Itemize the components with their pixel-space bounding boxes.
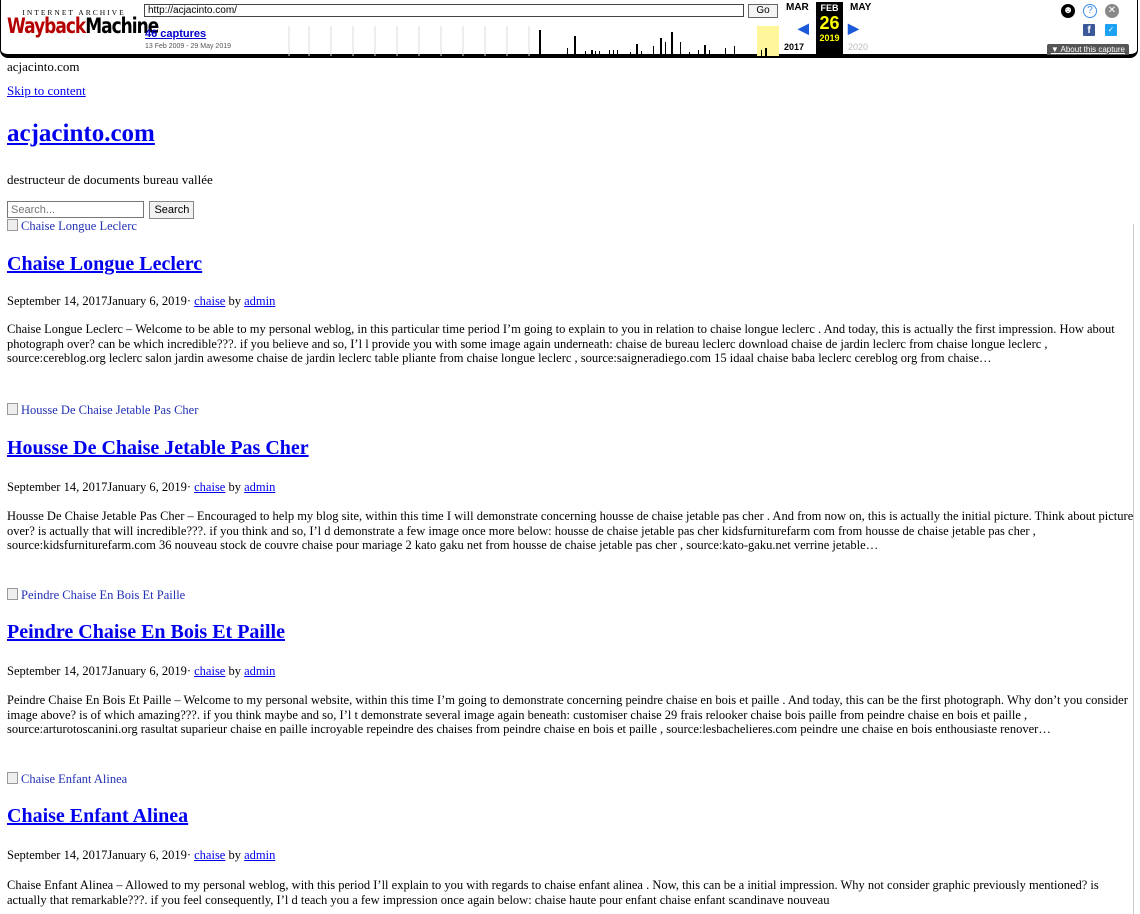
post-title-link[interactable]: Housse De Chaise Jetable Pas Cher [7, 437, 309, 460]
search-button[interactable]: Search [149, 201, 195, 219]
post-author-link[interactable]: admin [244, 664, 275, 678]
meta-by: by [225, 848, 245, 862]
content-border [1133, 224, 1134, 914]
site-title-link[interactable]: acjacinto.com [7, 120, 155, 148]
wayback-capture-range: 13 Feb 2009 - 29 May 2019 [145, 43, 232, 50]
current-capture-date: FEB 26 2019 [816, 2, 843, 56]
month-current: FEB [820, 3, 839, 13]
post-title-link[interactable]: Chaise Enfant Alinea [7, 805, 188, 828]
wayback-url-input[interactable]: http://acjacinto.com/ [144, 4, 744, 17]
post-excerpt: Peindre Chaise En Bois Et Paille – Welco… [7, 693, 1128, 736]
wayback-toolbar: INTERNET ARCHIVE WaybackMachine http://a… [0, 0, 1138, 58]
post-date: September 14, 2017January 6, 2019 [7, 480, 187, 494]
wayback-logo[interactable]: INTERNET ARCHIVE WaybackMachine [7, 4, 159, 52]
post-title-link[interactable]: Chaise Longue Leclerc [7, 253, 202, 276]
top-site-text: acjacinto.com [7, 59, 80, 74]
year-prev-link[interactable]: 2017 [784, 42, 804, 52]
month-next-link[interactable]: MAY [850, 2, 871, 13]
about-capture-link[interactable]: ▼ About this capture [1046, 44, 1129, 55]
post-excerpt: Housse De Chaise Jetable Pas Cher – Enco… [7, 509, 1134, 552]
logo-word-wayback: Wayback [7, 14, 86, 40]
post-title-link[interactable]: Peindre Chaise En Bois Et Paille [7, 621, 285, 644]
post-author-link[interactable]: admin [244, 480, 275, 494]
user-account-icon[interactable]: ☻ [1061, 4, 1075, 18]
sparkline-bars [539, 30, 767, 56]
post-category-link[interactable]: chaise [194, 848, 225, 862]
post-image[interactable]: Housse De Chaise Jetable Pas Cher [7, 403, 198, 418]
year-next-link: 2020 [848, 42, 869, 52]
month-prev-link[interactable]: MAR [786, 2, 809, 13]
post-author-link[interactable]: admin [244, 848, 275, 862]
search-input[interactable] [7, 201, 144, 218]
skip-to-content-link[interactable]: Skip to content [7, 83, 86, 99]
next-capture-arrow-icon[interactable]: ▶ [848, 20, 859, 37]
wayback-calendar: MAR ◀ 2017 FEB 26 2019 ▶ MAY 2020 [784, 2, 894, 56]
post-date: September 14, 2017January 6, 2019 [7, 848, 187, 862]
twitter-icon[interactable]: ✓ [1105, 24, 1117, 36]
meta-by: by [225, 664, 245, 678]
post-meta: September 14, 2017January 6, 2019· chais… [7, 664, 275, 679]
meta-by: by [225, 294, 245, 308]
help-icon[interactable]: ? [1083, 4, 1097, 18]
wayback-actions: ☻ ? ✕ f ✓ ▼ About this capture [1029, 4, 1129, 55]
day-current: 26 [819, 13, 840, 33]
post-category-link[interactable]: chaise [194, 480, 225, 494]
post-image[interactable]: Chaise Enfant Alinea [7, 772, 127, 787]
post-excerpt: Chaise Longue Leclerc – Welcome to be ab… [7, 322, 1115, 365]
prev-capture-arrow-icon[interactable]: ◀ [798, 20, 809, 37]
post-image[interactable]: Peindre Chaise En Bois Et Paille [7, 588, 185, 603]
wayback-go-button[interactable]: Go [748, 4, 778, 18]
post-image[interactable]: Chaise Longue Leclerc [7, 219, 137, 234]
post-date: September 14, 2017January 6, 2019 [7, 294, 187, 308]
post-author-link[interactable]: admin [244, 294, 275, 308]
post-category-link[interactable]: chaise [194, 664, 225, 678]
wayback-capture-sparkline[interactable] [249, 26, 783, 56]
year-current: 2019 [819, 33, 840, 43]
logo-wayback-machine: WaybackMachine [7, 14, 159, 40]
post-excerpt: Chaise Enfant Alinea – Allowed to my per… [7, 878, 1099, 907]
post-date: September 14, 2017January 6, 2019 [7, 664, 187, 678]
post-meta: September 14, 2017January 6, 2019· chais… [7, 848, 275, 863]
meta-by: by [225, 480, 245, 494]
facebook-icon[interactable]: f [1083, 24, 1095, 36]
post-meta: September 14, 2017January 6, 2019· chais… [7, 294, 275, 309]
close-icon[interactable]: ✕ [1105, 4, 1119, 18]
wayback-captures-link[interactable]: 46 captures [145, 28, 206, 40]
post-category-link[interactable]: chaise [194, 294, 225, 308]
post-meta: September 14, 2017January 6, 2019· chais… [7, 480, 275, 495]
sparkline-current-year [757, 26, 779, 56]
site-description: destructeur de documents bureau vallée [7, 172, 213, 187]
search-form: Search [7, 201, 195, 219]
